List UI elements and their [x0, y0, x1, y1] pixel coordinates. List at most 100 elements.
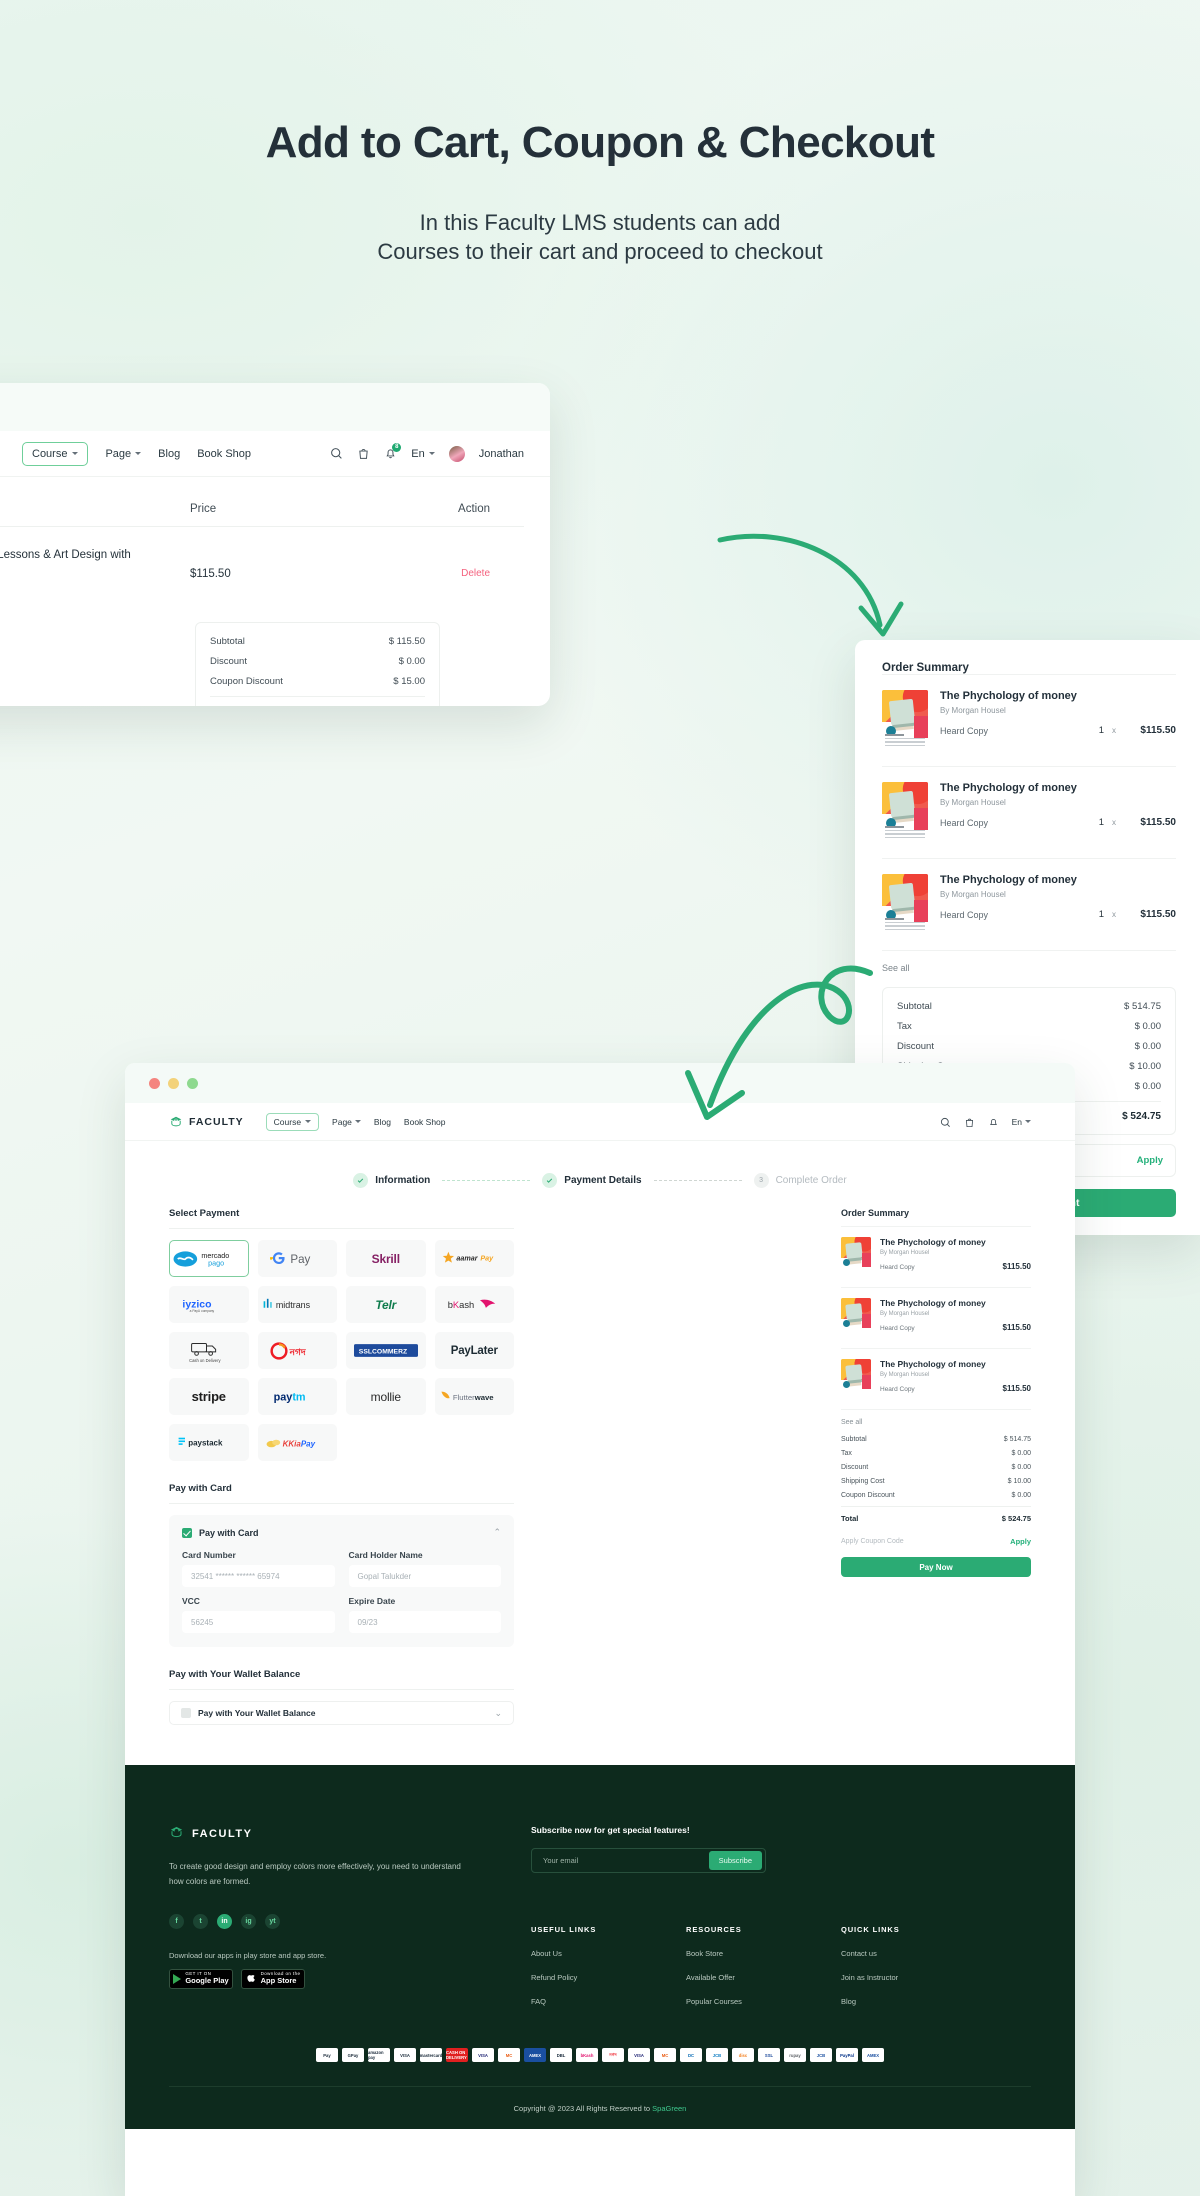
card-fields: Card Number 32541 ****** ****** 65974 Ca… [182, 1550, 501, 1633]
user-name[interactable]: Jonathan [479, 448, 524, 460]
apply-coupon-button[interactable]: Apply [1137, 1155, 1163, 1166]
pay-with-card-header[interactable]: Pay with Card ⌃ [182, 1527, 501, 1538]
wallet-accordion[interactable]: Pay with Your Wallet Balance ⌄ [169, 1701, 514, 1725]
payment-method-cash-on-delivery[interactable]: Cash on Delivery [169, 1332, 249, 1369]
pay-with-card-checkbox[interactable] [182, 1527, 192, 1538]
coupon-input-row[interactable]: Apply Coupon Code Apply [841, 1533, 1031, 1550]
step-payment-details[interactable]: Payment Details [542, 1173, 642, 1188]
card-holder-name-input[interactable]: Gopal Talukder [348, 1565, 501, 1587]
language-selector[interactable]: En [1012, 1117, 1031, 1127]
item-variant: Heard Copy [880, 1386, 915, 1393]
payment-method-aamarpay[interactable]: aamar Pay [434, 1240, 514, 1277]
total-label: Subtotal [841, 1436, 867, 1443]
see-all-link[interactable]: See all [882, 950, 1176, 973]
nav-item-book-shop[interactable]: Book Shop [197, 448, 251, 460]
payment-method-skrill[interactable]: Skrill [346, 1240, 426, 1277]
subscribe-form[interactable]: Your email Subscribe [531, 1848, 766, 1873]
vcc-input[interactable]: 56245 [182, 1611, 335, 1633]
step-information[interactable]: Information [353, 1173, 430, 1188]
card-number-input[interactable]: 32541 ****** ****** 65974 [182, 1565, 335, 1587]
footer-link[interactable]: FAQ [531, 1997, 686, 2006]
payment-method-paytm[interactable]: paytm [257, 1378, 337, 1415]
cart-table-header: Price Action [0, 477, 524, 527]
payment-method-paystack[interactable]: paystack [169, 1424, 249, 1461]
window-maximize-dot[interactable] [187, 1077, 198, 1089]
page-subtitle: In this Faculty LMS students can add Cou… [0, 208, 1200, 267]
window-close-dot[interactable] [149, 1077, 160, 1089]
svg-text:pago: pago [208, 1259, 224, 1267]
bell-icon[interactable] [988, 1115, 1001, 1128]
chevron-up-icon[interactable]: ⌃ [493, 1527, 501, 1538]
payment-method-telr[interactable]: Telr [346, 1286, 426, 1323]
language-selector[interactable]: En [411, 448, 435, 460]
pay-now-button[interactable]: Pay Now [841, 1557, 1031, 1577]
facebook-icon[interactable]: f [169, 1913, 184, 1929]
payment-icon: নগদ [602, 2048, 624, 2062]
wallet-checkbox[interactable] [181, 1708, 191, 1718]
footer-link[interactable]: Available Offer [686, 1973, 841, 1982]
svg-text:paystack: paystack [188, 1439, 223, 1448]
payment-method-iyzico[interactable]: iyzico a PayU company [169, 1286, 249, 1323]
nav-item-page[interactable]: Page [332, 1117, 361, 1127]
payment-method-g-pay[interactable]: Pay [257, 1240, 337, 1277]
hero-section: Add to Cart, Coupon & Checkout In this F… [0, 0, 1200, 267]
item-author: By Morgan Housel [940, 890, 1006, 899]
payment-method-stripe[interactable]: stripe [169, 1378, 249, 1415]
instagram-icon[interactable]: ig [241, 1913, 256, 1929]
email-field[interactable]: Your email [543, 1856, 578, 1865]
copyright-brand[interactable]: SpaGreen [652, 2104, 686, 2113]
payment-method-bkash[interactable]: bKash [434, 1286, 514, 1323]
footer-logo[interactable]: FACULTY [169, 1825, 469, 1843]
expire-date-input[interactable]: 09/23 [348, 1611, 501, 1633]
nav-item-page[interactable]: Page [105, 448, 142, 460]
step-complete-order[interactable]: 3 Complete Order [753, 1173, 847, 1188]
payment-method-nagad[interactable]: নগদ [257, 1332, 337, 1369]
subscribe-button[interactable]: Subscribe [708, 1851, 762, 1870]
footer-link[interactable]: About Us [531, 1949, 686, 1958]
footer-link[interactable]: Popular Courses [686, 1997, 841, 2006]
cart-icon[interactable] [964, 1115, 977, 1128]
nav-item-course[interactable]: Course [265, 1112, 320, 1131]
footer-link[interactable]: Join as Instructor [841, 1973, 996, 1982]
payment-method-sslcommerz[interactable]: SSLCOMMERZ [346, 1332, 426, 1369]
nav-item-blog[interactable]: Blog [158, 448, 180, 460]
payment-method-paylater[interactable]: PayLater [434, 1332, 514, 1369]
payment-method-kkiapay[interactable]: KKiaPay [257, 1424, 337, 1461]
total-label: Tax [841, 1450, 852, 1457]
coupon-input[interactable]: Apply Coupon Code [841, 1538, 904, 1545]
apply-coupon-button[interactable]: Apply [1010, 1537, 1031, 1546]
window-minimize-dot[interactable] [168, 1077, 179, 1089]
brand-logo[interactable]: FACULTY [169, 1115, 244, 1129]
chevron-down-icon [428, 452, 435, 455]
cart-navbar: Course Page Blog Book Shop 8 En Jonathan [0, 431, 550, 477]
footer-link[interactable]: Refund Policy [531, 1973, 686, 1982]
payment-method-mercado-pago[interactable]: mercado pago [169, 1240, 249, 1277]
footer-brand-name: FACULTY [192, 1828, 253, 1840]
youtube-icon[interactable]: yt [265, 1913, 280, 1929]
cart-icon[interactable] [357, 447, 370, 460]
nav-item-course[interactable]: Course [22, 441, 89, 466]
google-play-badge[interactable]: GET IT ON Google Play [169, 1968, 233, 1989]
search-icon[interactable] [940, 1115, 953, 1128]
payment-method-flutterwave[interactable]: Flutterwave [434, 1378, 514, 1415]
item-variant: Heard Copy [940, 909, 989, 920]
chevron-down-icon[interactable]: ⌄ [494, 1708, 502, 1719]
payment-method-mollie[interactable]: mollie [346, 1378, 426, 1415]
app-store-badge[interactable]: Download on the App Store [241, 1968, 305, 1989]
multiply-symbol: x [1112, 726, 1116, 735]
see-all-link[interactable]: See all [841, 1409, 1031, 1426]
bell-icon[interactable]: 8 [384, 443, 402, 460]
footer-link[interactable]: Blog [841, 1997, 996, 2006]
delete-item-button[interactable]: Delete [340, 568, 490, 579]
nav-item-blog[interactable]: Blog [374, 1117, 391, 1127]
search-icon[interactable] [330, 447, 343, 460]
page-title: Add to Cart, Coupon & Checkout [265, 118, 935, 167]
footer-link[interactable]: Contact us [841, 1949, 996, 1958]
twitter-icon[interactable]: t [193, 1913, 208, 1929]
nav-item-book-shop[interactable]: Book Shop [404, 1117, 446, 1127]
linkedin-icon[interactable]: in [217, 1913, 232, 1929]
avatar[interactable] [448, 445, 465, 462]
payment-method-midtrans[interactable]: midtrans [257, 1286, 337, 1323]
cart-totals-card: Subtotal $ 115.50 Discount $ 0.00 Coupon… [195, 622, 440, 706]
footer-link[interactable]: Book Store [686, 1949, 841, 1958]
